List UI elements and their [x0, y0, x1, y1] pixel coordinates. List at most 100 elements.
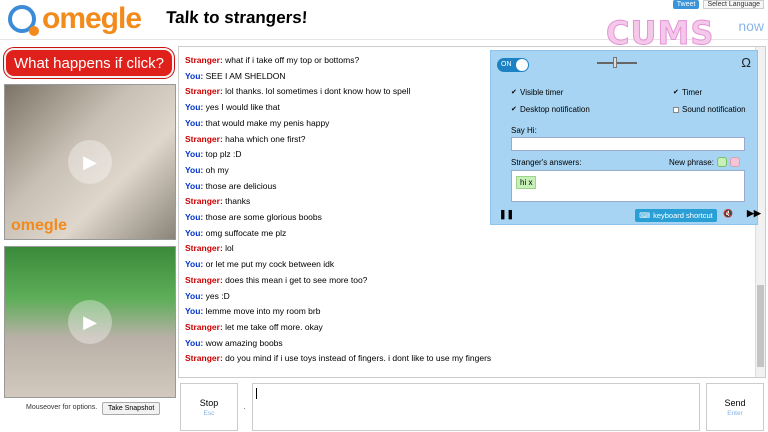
chat-message-text: lol	[225, 243, 234, 254]
you-label: You:	[185, 70, 204, 81]
chat-message-text: those are delicious	[205, 180, 277, 191]
chat-message: Stranger: lol	[185, 241, 485, 257]
stranger-label: Stranger:	[185, 274, 223, 285]
chat-message: Stranger: do you mind if i use toys inst…	[185, 351, 491, 367]
chat-message-text: lemme move into my room brb	[205, 306, 321, 317]
chat-message: You: SEE I AM SHELDON	[185, 69, 485, 85]
chat-message-text: top plz :D	[205, 149, 242, 160]
snapshot-button[interactable]: Take Snapshot	[102, 402, 161, 415]
skip-icon[interactable]: ▶▶	[747, 208, 761, 219]
self-video[interactable]: ▶	[4, 246, 176, 398]
you-label: You:	[185, 149, 204, 160]
sound-notification-label: Sound notification	[682, 105, 746, 114]
send-key: Enter	[727, 409, 743, 417]
chat-message-text: yes I would like that	[205, 102, 280, 113]
you-label: You:	[185, 259, 204, 270]
pause-icon[interactable]: ❚❚	[499, 209, 514, 220]
tweet-button[interactable]: Tweet	[672, 0, 700, 9]
answers-box[interactable]: hi x	[511, 170, 745, 202]
you-label: You:	[185, 212, 204, 223]
new-phrase: New phrase:	[669, 157, 740, 167]
say-hi-input[interactable]	[511, 137, 745, 151]
check-icon: ✔	[511, 105, 517, 113]
camera-icon: ▶	[68, 300, 112, 344]
omegle-app: omegle Talk to strangers! Tweet Select L…	[0, 0, 768, 432]
keyboard-icon: ⌨	[639, 211, 651, 220]
answer-tag[interactable]: hi x	[516, 176, 537, 189]
chat-message-text: yes :D	[205, 290, 230, 301]
you-label: You:	[185, 306, 204, 317]
chat-message: You: top plz :D	[185, 147, 485, 163]
chat-message-text: let me take off more. okay	[225, 321, 323, 332]
logo[interactable]: omegle	[8, 2, 142, 36]
chat-message: Stranger: lol thanks. lol sometimes i do…	[185, 84, 485, 100]
stranger-label: Stranger:	[185, 55, 223, 65]
you-label: You:	[185, 102, 204, 113]
you-label: You:	[185, 117, 204, 128]
chat-message-text: that would make my penis happy	[205, 117, 330, 128]
chat-message: You: omg suffocate me plz	[185, 226, 485, 242]
chat-message-text: lol thanks. lol sometimes i dont know ho…	[225, 86, 411, 97]
chat-message-text: wow amazing boobs	[205, 337, 283, 348]
chat-message: Stranger: what if i take off my top or b…	[185, 53, 485, 69]
chat-message-text: or let me put my cock between idk	[205, 259, 335, 270]
stranger-label: Stranger:	[185, 321, 223, 332]
scroll-thumb[interactable]	[757, 285, 764, 367]
camera-icon: ▶	[68, 140, 112, 184]
power-toggle[interactable]: ON	[497, 58, 529, 72]
send-button[interactable]: Send Enter	[706, 383, 764, 431]
chat-message: Stranger: haha which one first?	[185, 132, 485, 148]
stranger-label: Stranger:	[185, 196, 223, 207]
chat-message: You: oh my	[185, 163, 485, 179]
chat-message: Stranger: let me take off more. okay	[185, 320, 485, 336]
you-label: You:	[185, 164, 204, 175]
visible-timer-option[interactable]: ✔ Visible timer	[511, 88, 563, 97]
chat-message: You: those are some glorious boobs	[185, 210, 485, 226]
chat-message-text: those are some glorious boobs	[205, 212, 322, 223]
chat-message: You: yes I would like that	[185, 100, 485, 116]
you-label: You:	[185, 337, 204, 348]
stop-key: Esc	[203, 409, 215, 417]
stranger-label: Stranger:	[185, 86, 223, 97]
chat-message-text: thanks	[225, 196, 251, 207]
mute-icon[interactable]: 🔇	[723, 209, 733, 218]
logo-text: omegle	[42, 2, 142, 35]
chat-message: You: wow amazing boobs	[185, 336, 485, 352]
timer-option[interactable]: ✔ Timer	[673, 88, 702, 97]
language-selector[interactable]: Select Language	[703, 0, 764, 9]
chat-message-text: oh my	[205, 164, 229, 175]
video-watermark: omegle	[11, 217, 68, 234]
chat-message: You: or let me put my cock between idk	[185, 257, 485, 273]
volume-slider-knob[interactable]	[613, 57, 617, 68]
chat-message: Stranger: does this mean i get to see mo…	[185, 273, 485, 289]
sound-notification-option[interactable]: Sound notification	[673, 105, 746, 114]
chat-lines: Stranger: what if i take off my top or b…	[185, 53, 491, 367]
chat-message: You: yes :D	[185, 289, 485, 305]
promo-button[interactable]: What happens if click?	[4, 48, 174, 78]
keyboard-shortcut-button[interactable]: ⌨ keyboard shortcut	[635, 209, 717, 222]
pink-phrase-swatch[interactable]	[729, 157, 740, 167]
green-phrase-swatch[interactable]	[716, 157, 727, 167]
logo-mark-icon	[8, 5, 39, 36]
settings-panel: ON Ω ✔ Visible timer ✔ Timer ✔ Desktop n…	[490, 50, 761, 225]
chat-message: You: lemme move into my room brb	[185, 304, 485, 320]
chat-message-text: haha which one first?	[225, 133, 306, 144]
message-input[interactable]	[252, 383, 700, 431]
say-hi-label: Say Hi:	[511, 126, 537, 135]
volume-slider[interactable]	[597, 62, 637, 64]
new-phrase-label: New phrase:	[669, 157, 714, 167]
answers-label: Stranger's answers:	[511, 158, 582, 167]
dots-icon: ·	[243, 403, 246, 413]
desktop-notification-label: Desktop notification	[520, 105, 590, 114]
chat-message-text: do you mind if i use toys instead of fin…	[225, 353, 492, 364]
stop-label: Stop	[199, 397, 219, 408]
text-caret	[256, 388, 257, 399]
mouseover-note: Mouseover for options.	[26, 404, 98, 411]
stop-button[interactable]: Stop Esc	[180, 383, 238, 431]
omega-icon[interactable]: Ω	[741, 55, 751, 70]
visible-timer-label: Visible timer	[520, 88, 564, 97]
you-label: You:	[185, 180, 204, 191]
tagline: Talk to strangers!	[165, 8, 308, 27]
desktop-notification-option[interactable]: ✔ Desktop notification	[511, 105, 590, 114]
check-icon: ✔	[511, 88, 517, 96]
